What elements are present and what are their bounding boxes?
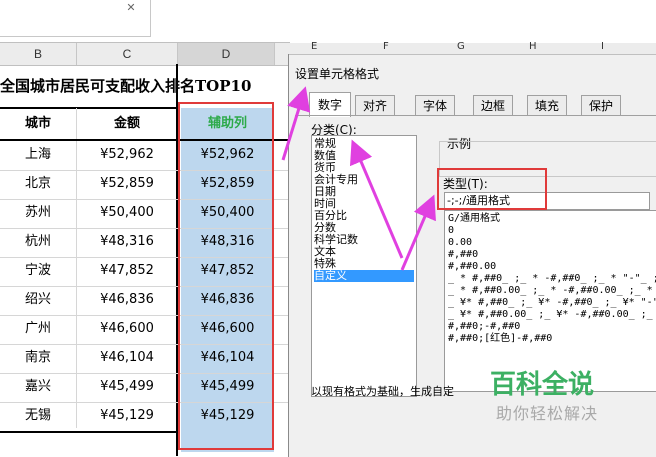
arrow-to-number-tab (281, 86, 311, 161)
arrow-to-type-input (400, 194, 436, 271)
annotation-arrows (281, 86, 436, 271)
arrow-to-custom-category (349, 139, 404, 259)
